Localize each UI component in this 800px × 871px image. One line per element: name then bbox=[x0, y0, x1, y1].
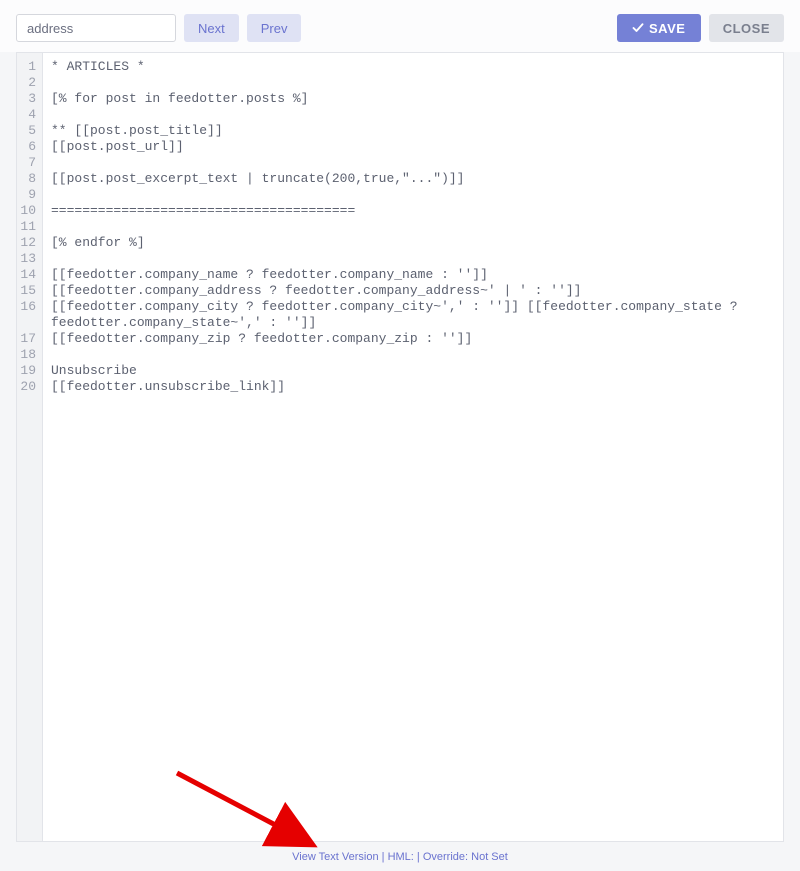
code-editor[interactable]: 1234567891011121314151617181920 * ARTICL… bbox=[16, 52, 784, 842]
footer-links: View Text Version | HML: | Override: Not… bbox=[0, 851, 800, 863]
override-link[interactable]: Override: Not Set bbox=[423, 851, 508, 863]
next-button[interactable]: Next bbox=[184, 14, 239, 42]
prev-button[interactable]: Prev bbox=[247, 14, 302, 42]
hml-link[interactable]: HML: bbox=[388, 851, 414, 863]
save-button[interactable]: SAVE bbox=[617, 14, 701, 42]
check-icon bbox=[632, 22, 644, 34]
toolbar: Next Prev SAVE CLOSE bbox=[0, 0, 800, 52]
search-input[interactable] bbox=[16, 14, 176, 42]
view-text-version-link[interactable]: View Text Version bbox=[292, 851, 378, 863]
code-content[interactable]: * ARTICLES *[% for post in feedotter.pos… bbox=[43, 53, 746, 841]
close-button[interactable]: CLOSE bbox=[709, 14, 784, 42]
save-label: SAVE bbox=[649, 21, 685, 36]
line-number-gutter: 1234567891011121314151617181920 bbox=[17, 53, 43, 841]
